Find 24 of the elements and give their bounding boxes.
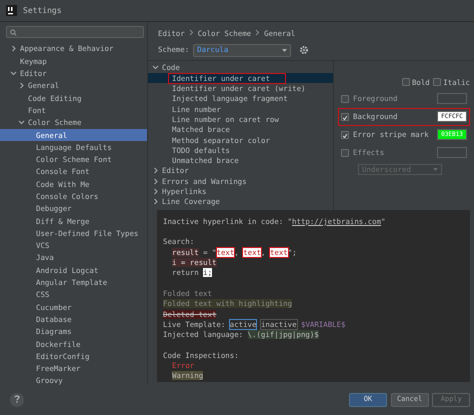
chevron-right-icon <box>255 29 260 36</box>
chevron-right-icon[interactable] <box>18 82 25 90</box>
checkbox[interactable] <box>341 94 349 103</box>
chevron-right-icon[interactable] <box>10 45 17 52</box>
window-title: Settings <box>23 4 62 16</box>
checkbox[interactable] <box>433 78 442 86</box>
gear-icon[interactable] <box>298 45 309 55</box>
chevron-down-icon[interactable] <box>152 64 159 72</box>
caret-icon <box>282 48 288 52</box>
search-icon <box>10 28 18 36</box>
caret-icon <box>433 168 438 171</box>
checkbox[interactable] <box>341 148 349 157</box>
help-button[interactable] <box>10 392 24 406</box>
checkbox[interactable] <box>341 112 349 121</box>
help-icon <box>14 395 20 404</box>
chevron-down-icon[interactable] <box>18 119 25 126</box>
chevron-down-icon[interactable] <box>10 70 17 78</box>
color-swatch[interactable] <box>437 93 467 104</box>
search-field[interactable] <box>6 26 144 38</box>
checkbox[interactable] <box>402 78 410 86</box>
color-swatch[interactable] <box>437 147 467 158</box>
checkbox[interactable] <box>341 130 349 139</box>
app-icon <box>6 5 17 16</box>
chevron-right-icon <box>188 29 194 36</box>
